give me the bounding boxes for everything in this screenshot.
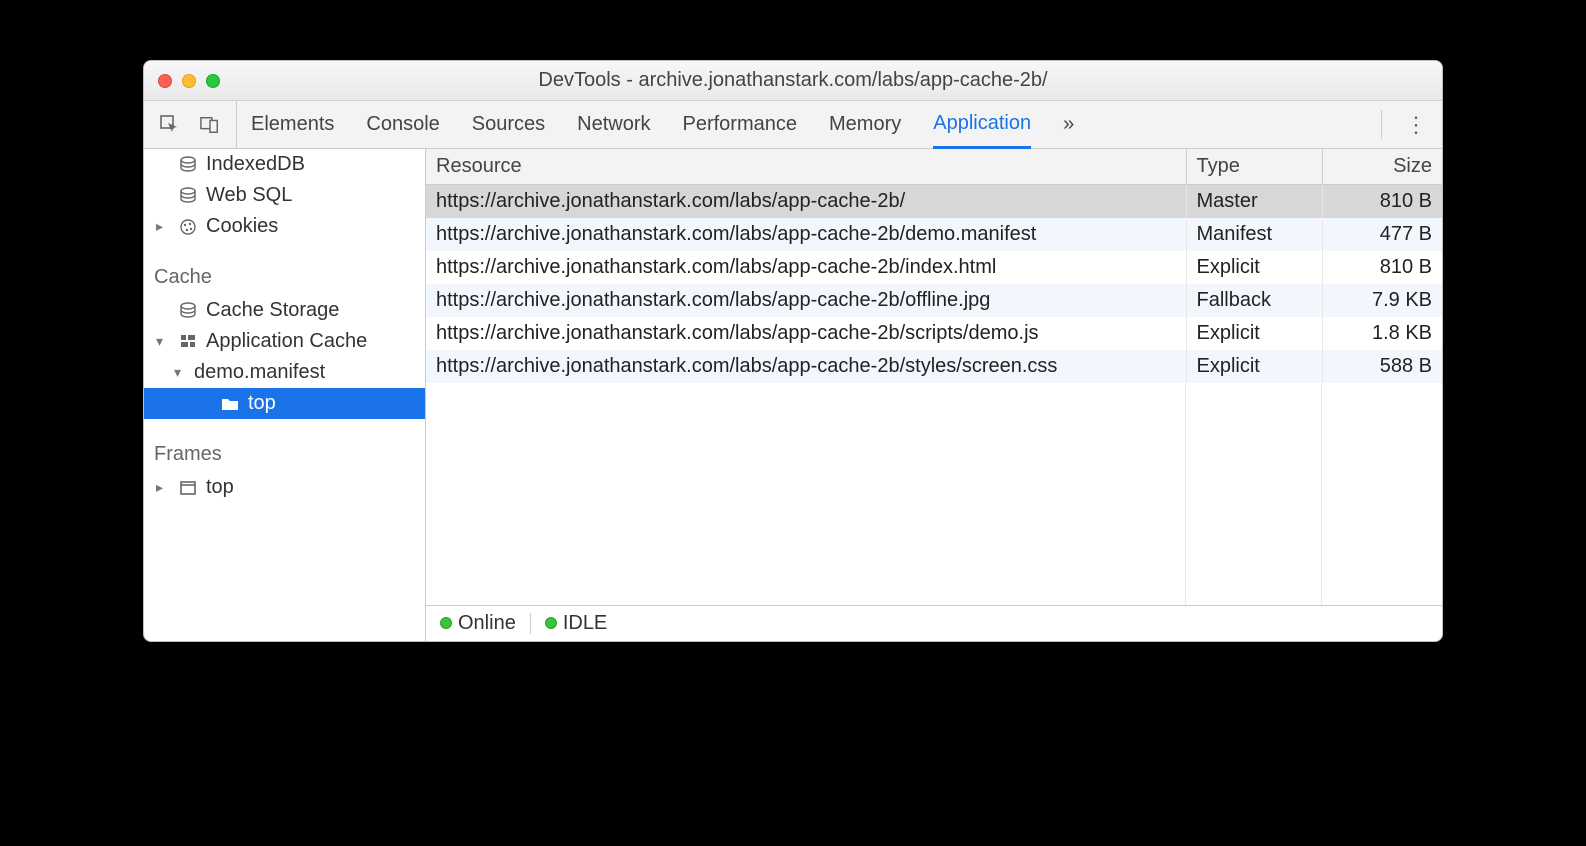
footer-divider — [530, 613, 531, 634]
table-row[interactable]: https://archive.jonathanstark.com/labs/a… — [426, 185, 1442, 219]
sidebar-label: Cookies — [206, 215, 278, 238]
sidebar-label: demo.manifest — [194, 361, 325, 384]
cell-type: Manifest — [1186, 218, 1322, 251]
sidebar-group-frames: Frames — [144, 437, 425, 472]
cell-size: 1.8 KB — [1322, 317, 1442, 350]
tab-elements[interactable]: Elements — [251, 101, 334, 148]
table-row[interactable]: https://archive.jonathanstark.com/labs/a… — [426, 251, 1442, 284]
table-row[interactable]: https://archive.jonathanstark.com/labs/a… — [426, 218, 1442, 251]
main-pane: Resource Type Size https://archive.jonat… — [426, 149, 1442, 641]
sidebar-label: top — [206, 476, 234, 499]
window-title: DevTools - archive.jonathanstark.com/lab… — [144, 69, 1442, 92]
status-footer: Online IDLE — [426, 605, 1442, 641]
cell-resource: https://archive.jonathanstark.com/labs/a… — [426, 218, 1186, 251]
cell-resource: https://archive.jonathanstark.com/labs/a… — [426, 251, 1186, 284]
cell-size: 810 B — [1322, 185, 1442, 219]
table-header-row: Resource Type Size — [426, 149, 1442, 185]
column-header-size[interactable]: Size — [1322, 149, 1442, 185]
cell-size: 588 B — [1322, 350, 1442, 383]
toolbar-right: ⋮ — [1381, 101, 1442, 148]
table-row[interactable]: https://archive.jonathanstark.com/labs/a… — [426, 284, 1442, 317]
tab-memory[interactable]: Memory — [829, 101, 901, 148]
column-header-resource[interactable]: Resource — [426, 149, 1186, 185]
resource-table: Resource Type Size https://archive.jonat… — [426, 149, 1442, 383]
table-row[interactable]: https://archive.jonathanstark.com/labs/a… — [426, 350, 1442, 383]
titlebar: DevTools - archive.jonathanstark.com/lab… — [144, 61, 1442, 101]
sidebar-item-indexeddb[interactable]: IndexedDB — [144, 149, 425, 180]
sidebar-item-websql[interactable]: Web SQL — [144, 180, 425, 211]
cell-size: 7.9 KB — [1322, 284, 1442, 317]
sidebar-label: Application Cache — [206, 330, 367, 353]
database-icon — [178, 187, 198, 205]
traffic-lights — [144, 74, 220, 88]
sidebar-label: top — [248, 392, 276, 415]
inspect-element-icon[interactable] — [160, 115, 180, 135]
database-icon — [178, 302, 198, 320]
sidebar-label: Cache Storage — [206, 299, 339, 322]
cell-resource: https://archive.jonathanstark.com/labs/a… — [426, 185, 1186, 219]
tab-console[interactable]: Console — [366, 101, 439, 148]
cell-resource: https://archive.jonathanstark.com/labs/a… — [426, 284, 1186, 317]
cell-resource: https://archive.jonathanstark.com/labs/a… — [426, 317, 1186, 350]
column-header-type[interactable]: Type — [1186, 149, 1322, 185]
sidebar-group-cache: Cache — [144, 260, 425, 295]
sidebar-item-cache-storage[interactable]: Cache Storage — [144, 295, 425, 326]
sidebar-label: IndexedDB — [206, 153, 305, 176]
cell-type: Explicit — [1186, 317, 1322, 350]
toolbar: Elements Console Sources Network Perform… — [144, 101, 1442, 149]
zoom-window-button[interactable] — [206, 74, 220, 88]
cell-size: 477 B — [1322, 218, 1442, 251]
cell-type: Explicit — [1186, 251, 1322, 284]
cell-size: 810 B — [1322, 251, 1442, 284]
device-toggle-icon[interactable] — [200, 115, 220, 135]
toolbar-left — [144, 101, 237, 148]
sidebar: IndexedDB Web SQL Cookies Cache — [144, 149, 426, 641]
tab-strip: Elements Console Sources Network Perform… — [237, 101, 1381, 148]
frame-icon — [178, 479, 198, 497]
cell-resource: https://archive.jonathanstark.com/labs/a… — [426, 350, 1186, 383]
status-dot-icon — [545, 617, 557, 629]
sidebar-label: Web SQL — [206, 184, 292, 207]
more-options-icon[interactable]: ⋮ — [1406, 115, 1426, 135]
sidebar-item-manifest[interactable]: demo.manifest — [144, 357, 425, 388]
tab-network[interactable]: Network — [577, 101, 650, 148]
folder-icon — [220, 395, 240, 413]
minimize-window-button[interactable] — [182, 74, 196, 88]
cookie-icon — [178, 218, 198, 236]
sidebar-item-frames-top[interactable]: top — [144, 472, 425, 503]
sidebar-item-cookies[interactable]: Cookies — [144, 211, 425, 242]
toolbar-divider — [1381, 110, 1382, 138]
grid-icon — [178, 333, 198, 351]
close-window-button[interactable] — [158, 74, 172, 88]
tab-sources[interactable]: Sources — [472, 101, 545, 148]
tab-performance[interactable]: Performance — [683, 101, 798, 148]
cell-type: Master — [1186, 185, 1322, 219]
cell-type: Fallback — [1186, 284, 1322, 317]
tab-application[interactable]: Application — [933, 102, 1031, 149]
cell-type: Explicit — [1186, 350, 1322, 383]
tabs-overflow-button[interactable]: » — [1063, 101, 1074, 148]
content-area: IndexedDB Web SQL Cookies Cache — [144, 149, 1442, 641]
database-icon — [178, 156, 198, 174]
table-row[interactable]: https://archive.jonathanstark.com/labs/a… — [426, 317, 1442, 350]
online-status: Online — [440, 612, 516, 635]
cache-status: IDLE — [545, 612, 607, 635]
devtools-window: DevTools - archive.jonathanstark.com/lab… — [143, 60, 1443, 642]
sidebar-item-top-frame[interactable]: top — [144, 388, 425, 419]
status-dot-icon — [440, 617, 452, 629]
sidebar-item-application-cache[interactable]: Application Cache — [144, 326, 425, 357]
